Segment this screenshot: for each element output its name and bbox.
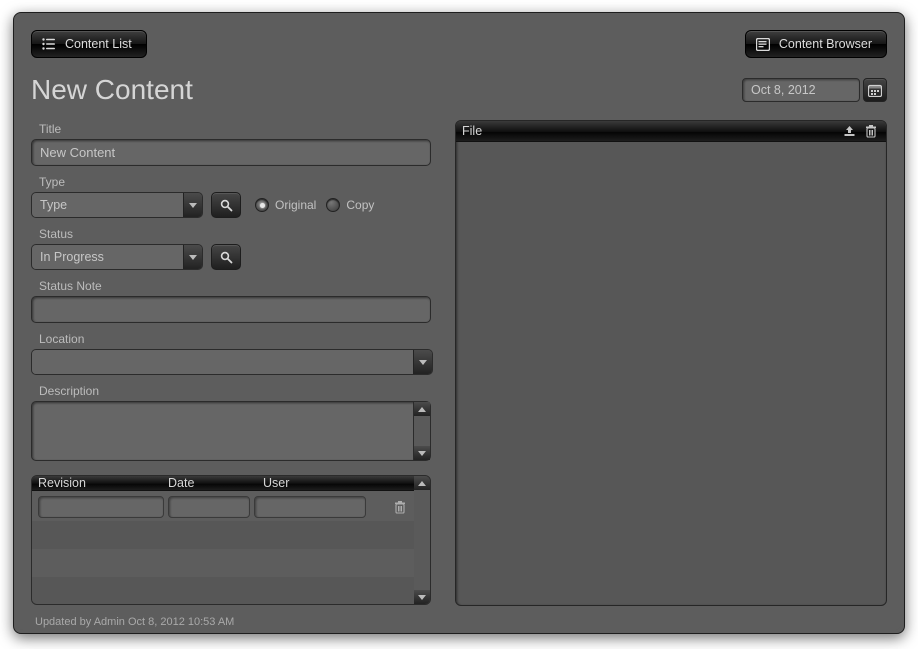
status-search-button[interactable]: [211, 244, 241, 270]
revision-cell-user[interactable]: [254, 496, 366, 518]
trash-icon: [865, 125, 877, 138]
content-list-label: Content List: [65, 37, 132, 51]
radio-icon: [255, 198, 269, 212]
chevron-up-icon: [418, 407, 426, 412]
table-row[interactable]: [32, 549, 414, 577]
status-line: Updated by Admin Oct 8, 2012 10:53 AM: [35, 616, 887, 628]
origin-copy-radio[interactable]: Copy: [326, 198, 374, 212]
revision-col-revision: Revision: [38, 476, 168, 490]
scroll-down-button[interactable]: [414, 590, 430, 604]
right-column: File: [455, 120, 887, 606]
revision-table: Revision Date User: [31, 475, 431, 605]
calendar-icon: [868, 84, 882, 97]
scroll-track: [414, 416, 430, 446]
type-dropdown-button[interactable]: [183, 193, 202, 217]
status-field: Status In Progress: [31, 227, 431, 270]
window: Content List Content Browser New Content: [13, 12, 905, 634]
header-row: New Content: [31, 74, 887, 106]
location-field: Location: [31, 332, 431, 375]
status-dropdown-text: In Progress: [32, 245, 183, 269]
chevron-down-icon: [418, 595, 426, 600]
trash-icon: [394, 501, 406, 514]
location-label: Location: [39, 332, 431, 346]
status-note-input[interactable]: [31, 296, 431, 323]
type-search-button[interactable]: [211, 192, 241, 218]
left-column: Title Type Type: [31, 120, 431, 606]
revision-cell-revision[interactable]: [38, 496, 164, 518]
origin-original-radio[interactable]: Original: [255, 198, 316, 212]
description-scrollbar: [413, 402, 430, 460]
page-title: New Content: [31, 74, 193, 106]
date-input[interactable]: [742, 78, 860, 102]
file-panel-body[interactable]: [456, 142, 886, 605]
upload-icon: [843, 125, 856, 137]
revision-header: Revision Date User: [32, 476, 414, 491]
chevron-down-icon: [418, 451, 426, 456]
radio-icon: [326, 198, 340, 212]
origin-radios: Original Copy: [255, 198, 374, 212]
location-dropdown-text: [32, 350, 413, 374]
origin-original-label: Original: [275, 198, 316, 212]
table-row[interactable]: [32, 577, 414, 605]
chevron-down-icon: [419, 360, 427, 365]
topbar: Content List Content Browser: [31, 30, 887, 58]
title-input[interactable]: [31, 139, 431, 166]
file-delete-button[interactable]: [862, 123, 880, 139]
list-icon: [41, 36, 57, 52]
content-list-button[interactable]: Content List: [31, 30, 147, 58]
type-dropdown-text: Type: [32, 193, 183, 217]
description-input[interactable]: [32, 402, 413, 460]
chevron-down-icon: [189, 255, 197, 260]
chevron-up-icon: [418, 481, 426, 486]
status-label: Status: [39, 227, 431, 241]
revision-cell-date[interactable]: [168, 496, 250, 518]
origin-copy-label: Copy: [346, 198, 374, 212]
revision-rows: [32, 491, 414, 605]
type-label: Type: [39, 175, 431, 189]
table-row[interactable]: [32, 521, 414, 549]
search-icon: [220, 199, 233, 212]
file-panel: File: [455, 120, 887, 606]
description-label: Description: [39, 384, 431, 398]
title-label: Title: [39, 122, 431, 136]
file-panel-title: File: [462, 124, 482, 138]
status-dropdown-button[interactable]: [183, 245, 202, 269]
status-dropdown[interactable]: In Progress: [31, 244, 203, 270]
scroll-down-button[interactable]: [414, 446, 430, 460]
search-icon: [220, 251, 233, 264]
title-field: Title: [31, 122, 431, 166]
revision-col-user: User: [263, 476, 408, 490]
file-upload-button[interactable]: [840, 123, 858, 139]
calendar-button[interactable]: [863, 78, 887, 102]
window-inner: Content List Content Browser New Content: [17, 16, 901, 630]
browser-icon: [755, 36, 771, 52]
content-browser-button[interactable]: Content Browser: [745, 30, 887, 58]
file-panel-header: File: [456, 121, 886, 142]
type-dropdown[interactable]: Type: [31, 192, 203, 218]
scroll-up-button[interactable]: [414, 476, 430, 490]
table-row[interactable]: [32, 491, 414, 521]
status-note-field: Status Note: [31, 279, 431, 323]
revision-col-date: Date: [168, 476, 263, 490]
revision-scrollbar: [414, 476, 430, 604]
chevron-down-icon: [189, 203, 197, 208]
scroll-up-button[interactable]: [414, 402, 430, 416]
revision-delete-button[interactable]: [392, 499, 408, 515]
status-note-label: Status Note: [39, 279, 431, 293]
date-holder: [742, 78, 887, 102]
content-browser-label: Content Browser: [779, 37, 872, 51]
scroll-track: [414, 490, 430, 590]
type-field: Type Type: [31, 175, 431, 218]
location-dropdown[interactable]: [31, 349, 433, 375]
location-dropdown-button[interactable]: [413, 350, 432, 374]
content-columns: Title Type Type: [31, 120, 887, 606]
description-field: Description: [31, 384, 431, 461]
